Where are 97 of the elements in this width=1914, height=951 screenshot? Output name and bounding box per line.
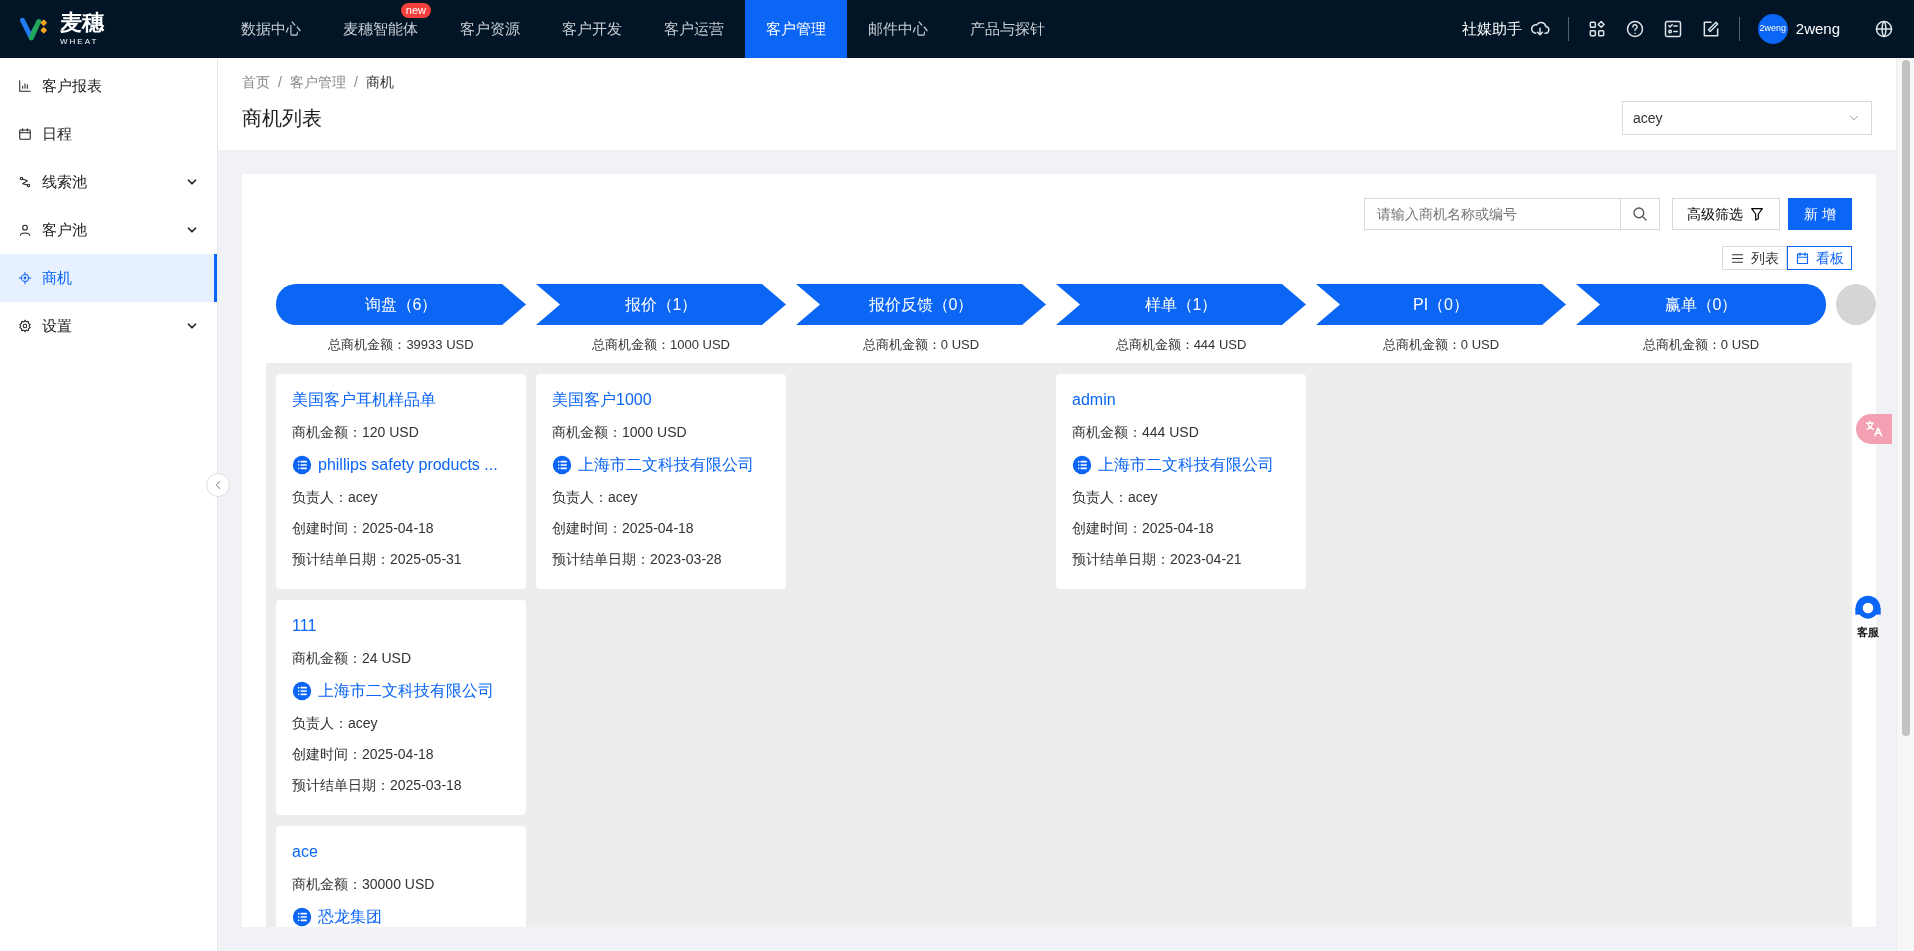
breadcrumb-link[interactable]: 客户管理: [289, 72, 346, 93]
view-toggle-button[interactable]: 列表: [1722, 246, 1787, 270]
search-button[interactable]: [1620, 198, 1661, 230]
nav-tab[interactable]: 客户管理: [745, 0, 847, 58]
opportunity-title[interactable]: ace: [292, 839, 510, 864]
owner-text: 负责人：acey: [292, 487, 379, 507]
amount-text: 商机金额：30000 USD: [292, 874, 436, 894]
globe-icon[interactable]: [1874, 19, 1894, 39]
opportunity-title[interactable]: 111: [292, 613, 510, 638]
stage-tab[interactable]: 询盘（6）: [276, 284, 526, 325]
scrollbar-thumb[interactable]: [1902, 60, 1910, 736]
stage-total: 总商机金额：0 USD: [1641, 336, 1761, 354]
checklist-icon[interactable]: [1662, 19, 1683, 39]
sidebar-item[interactable]: 设置: [0, 302, 217, 350]
list-circle-icon: [292, 680, 312, 701]
stage-tab[interactable]: 赢单（0）: [1576, 284, 1826, 325]
customer-link[interactable]: 恐龙集团: [318, 904, 382, 927]
scrollbar-track[interactable]: [1896, 58, 1914, 951]
nav-tab[interactable]: 邮件中心: [868, 17, 928, 41]
brand-name: 麦穗: [60, 12, 104, 34]
stage-tab[interactable]: 报价反馈（0）: [796, 284, 1046, 325]
customer-service-label[interactable]: 客服: [1857, 624, 1879, 641]
advanced-filter-button[interactable]: 高级筛选: [1672, 198, 1781, 230]
nav-tab[interactable]: 麦穗智能体: [343, 17, 418, 41]
sidebar-item[interactable]: 商机: [0, 254, 217, 302]
calendar-icon: [18, 127, 32, 141]
amount-text: 商机金额：120 USD: [292, 422, 420, 442]
created-date-text: 创建时间：2025-04-18: [1072, 518, 1215, 538]
list-circle-icon: [292, 906, 312, 927]
nav-tab[interactable]: 数据中心: [241, 17, 301, 41]
customer-link[interactable]: 上海市二文科技有限公司: [1098, 452, 1274, 477]
sidebar-item[interactable]: 线索池: [0, 158, 217, 206]
breadcrumb-separator: /: [278, 73, 282, 92]
stage-total: 总商机金额：0 USD: [861, 336, 981, 354]
close-date-text: 预计结单日期：2023-04-21: [1072, 549, 1243, 569]
opportunity-title[interactable]: 美国客户耳机样品单: [292, 387, 510, 412]
customer-link[interactable]: 上海市二文科技有限公司: [578, 452, 754, 477]
owner-text: 负责人：acey: [552, 487, 639, 507]
filter-icon: [1749, 206, 1766, 222]
opportunity-card[interactable]: 美国客户耳机样品单 商机金额：120 USD phillips safety products ... 负责人：acey 创建时间：2025-04-18 预计结单日期：2025-05-31: [276, 373, 526, 589]
view-toggle-button[interactable]: 看板: [1787, 246, 1852, 270]
breadcrumb-link[interactable]: 首页: [242, 72, 270, 93]
stage-total: 总商机金额：1000 USD: [591, 336, 731, 354]
stage-total: 总商机金额：0 USD: [1381, 336, 1501, 354]
close-date-text: 预计结单日期：2023-03-28: [552, 549, 723, 569]
opportunity-title[interactable]: admin: [1072, 387, 1290, 412]
customer-link[interactable]: 上海市二文科技有限公司: [318, 678, 494, 703]
sidebar-item[interactable]: 客户池: [0, 206, 217, 254]
sidebar-item[interactable]: 客户报表: [0, 62, 217, 110]
nav-tab[interactable]: 产品与探针: [970, 17, 1045, 41]
nav-tab[interactable]: 客户资源: [460, 17, 520, 41]
user-name[interactable]: 2weng: [1795, 17, 1840, 41]
route-icon: [18, 175, 32, 189]
owner-text: 负责人：acey: [292, 713, 379, 733]
stage-tab[interactable]: 报价（1）: [536, 284, 786, 325]
nav-tab[interactable]: 客户开发: [562, 17, 622, 41]
page-title: 商机列表: [242, 106, 322, 131]
opportunity-card[interactable]: 111 商机金额：24 USD 上海市二文科技有限公司 负责人：acey 创建时间：2025-04-18 预计结单日期：2025-03-18: [276, 599, 526, 815]
close-date-text: 预计结单日期：2025-05-31: [292, 549, 463, 569]
new-badge: new: [400, 3, 431, 18]
list-circle-icon: [552, 454, 572, 475]
add-button[interactable]: 新 增: [1788, 198, 1852, 230]
created-date-text: 创建时间：2025-04-18: [292, 518, 435, 538]
target-icon: [18, 271, 32, 285]
stage-total: 总商机金额：444 USD: [1114, 336, 1248, 354]
social-assistant-link[interactable]: 社媒助手: [1461, 17, 1522, 41]
settings-icon: [18, 319, 32, 333]
list-circle-icon: [292, 454, 312, 475]
amount-text: 商机金额：1000 USD: [552, 422, 688, 442]
avatar[interactable]: 2weng: [1757, 14, 1788, 44]
customer-link[interactable]: phillips safety products ...: [318, 452, 498, 477]
user-icon: [18, 223, 32, 237]
stage-tab[interactable]: 样单（1）: [1056, 284, 1306, 325]
translate-icon: [1864, 419, 1884, 439]
amount-text: 商机金额：24 USD: [292, 648, 413, 668]
breadcrumb-separator: /: [353, 73, 358, 92]
stage-tab[interactable]: PI（0）: [1316, 284, 1566, 325]
opportunity-title[interactable]: 美国客户1000: [552, 387, 770, 412]
sidebar-item[interactable]: 日程: [0, 110, 217, 158]
owner-text: 负责人：acey: [1072, 487, 1159, 507]
opportunity-card[interactable]: admin 商机金额：444 USD 上海市二文科技有限公司 负责人：acey 创建时间：2025-04-18 预计结单日期：2023-04-21: [1056, 373, 1306, 589]
search-field[interactable]: 请输入商机名称或编号: [1364, 198, 1621, 230]
opportunity-card[interactable]: ace 商机金额：30000 USD 恐龙集团: [276, 825, 526, 927]
amount-text: 商机金额：444 USD: [1072, 422, 1200, 442]
calendar-icon: [1795, 250, 1810, 266]
created-date-text: 创建时间：2025-04-18: [292, 744, 435, 764]
created-date-text: 创建时间：2025-04-18: [552, 518, 695, 538]
help-icon[interactable]: [1624, 19, 1645, 39]
opportunity-card[interactable]: 美国客户1000 商机金额：1000 USD 上海市二文科技有限公司 负责人：acey 创建时间：2025-04-18 预计结单日期：2023-03-28: [536, 373, 786, 589]
owner-select[interactable]: acey: [1622, 101, 1872, 135]
bar-chart-icon: [18, 79, 32, 93]
nav-tab[interactable]: 客户运营: [664, 17, 724, 41]
stage-total: 总商机金额：39933 USD: [327, 336, 475, 354]
list-circle-icon: [1072, 454, 1092, 475]
close-date-text: 预计结单日期：2025-03-18: [292, 775, 463, 795]
brand-subtitle: WHEAT: [60, 38, 100, 46]
breadcrumb-current: 商机: [365, 73, 394, 92]
